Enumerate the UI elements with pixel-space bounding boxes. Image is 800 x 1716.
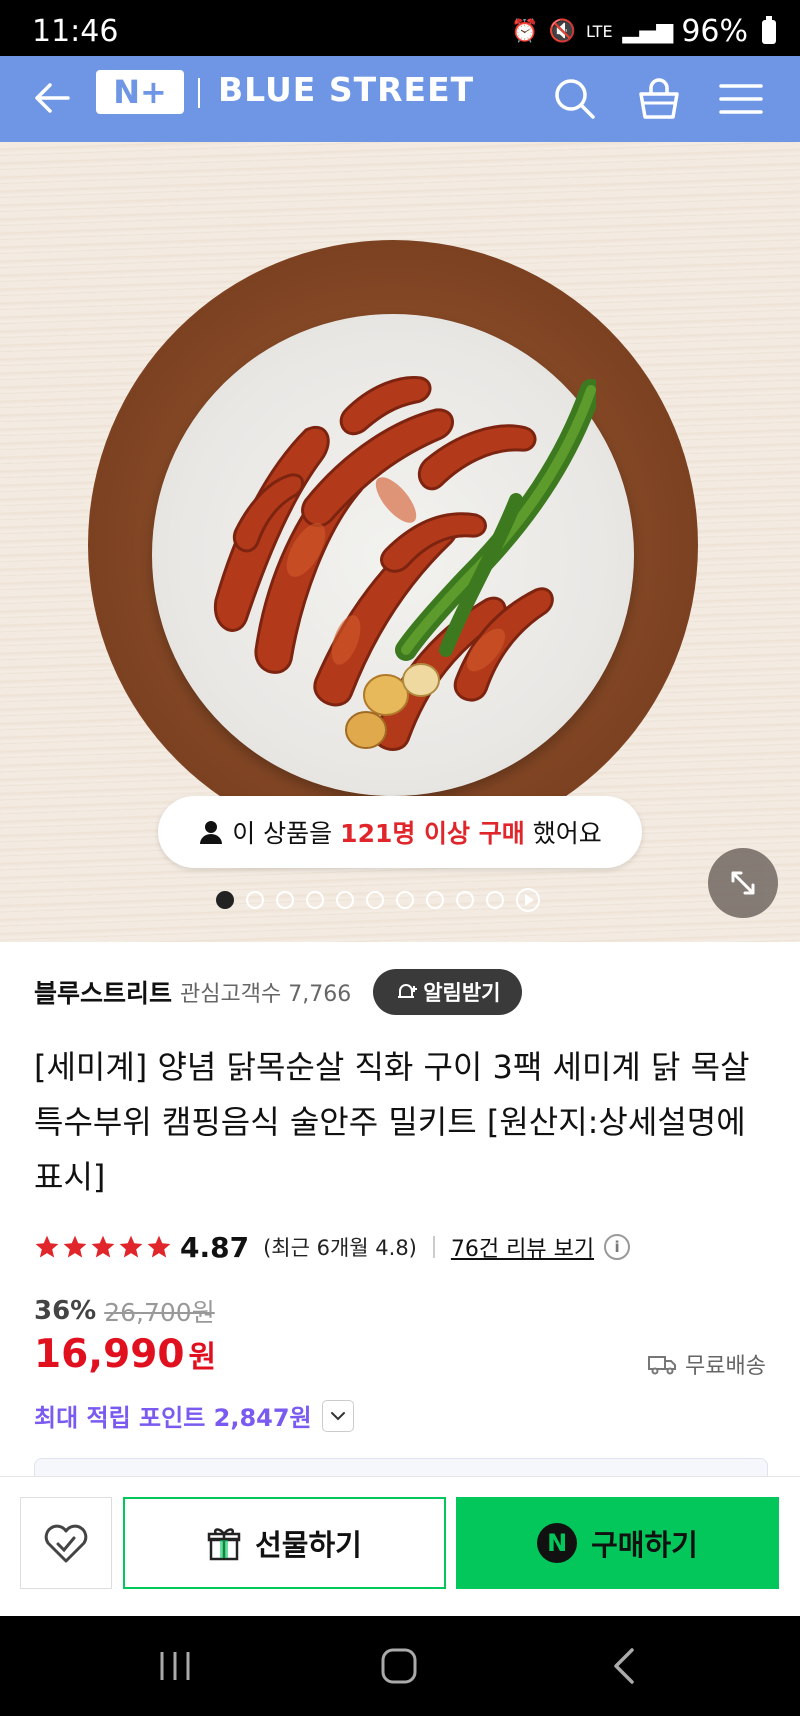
- notify-label: 알림받기: [423, 981, 501, 1005]
- shipping-label: 무료배송: [685, 1354, 766, 1379]
- carousel-indicators: [216, 888, 540, 912]
- status-time: 11:46: [32, 14, 119, 49]
- expand-image-button[interactable]: [708, 848, 778, 918]
- video-play-icon[interactable]: [516, 888, 540, 912]
- discount-row: 36% 26,700원: [34, 1293, 215, 1329]
- carousel-dot-4[interactable]: [306, 891, 324, 909]
- star-icon: [119, 1235, 143, 1258]
- carousel-dot-1[interactable]: [216, 891, 234, 909]
- points-row: 최대 적립 포인트 2,847원: [34, 1398, 354, 1433]
- carousel-dot-3[interactable]: [276, 891, 294, 909]
- back-arrow-icon[interactable]: [28, 74, 76, 122]
- brand-logo-mark[interactable]: N+: [96, 70, 184, 114]
- rating-stars: [34, 1234, 172, 1260]
- star-icon: [35, 1235, 59, 1258]
- rating-score: 4.87: [180, 1230, 250, 1264]
- chevron-down-icon: [330, 1411, 345, 1420]
- original-price: 26,700원: [104, 1298, 215, 1327]
- max-points: 최대 적립 포인트 2,847원: [34, 1404, 312, 1432]
- status-bar: 11:46 ⏰ 🔇 LTE ▂▄▆ 96%: [0, 0, 800, 56]
- buy-button[interactable]: N 구매하기: [456, 1497, 779, 1589]
- gift-label: 선물하기: [255, 1528, 362, 1562]
- naver-pay-badge: N: [537, 1523, 578, 1563]
- product-image-carousel[interactable]: 이 상품을 121명 이상 구매 했어요: [0, 142, 800, 942]
- rating-divider: [432, 1236, 435, 1258]
- buyers-highlight: 121명 이상 구매: [340, 819, 525, 848]
- search-icon[interactable]: [550, 74, 600, 124]
- delivery-truck-icon: [648, 1356, 677, 1375]
- rating-row: 4.87 (최근 6개월 4.8) 76건 리뷰 보기 i: [34, 1226, 631, 1268]
- home-icon[interactable]: [374, 1646, 424, 1686]
- app-header: N+ BLUE STREET: [0, 56, 800, 142]
- carousel-dot-2[interactable]: [246, 891, 264, 909]
- gift-button[interactable]: 선물하기: [123, 1497, 446, 1589]
- alarm-icon: ⏰: [511, 19, 539, 44]
- follower-count: 관심고객수 7,766: [180, 982, 352, 1007]
- gift-icon: [207, 1528, 241, 1561]
- grilled-chicken-image: [213, 375, 596, 751]
- seller-name[interactable]: 블루스트리트: [34, 974, 172, 1010]
- person-icon: [200, 821, 223, 844]
- battery-icon: [762, 15, 776, 44]
- brand-logo-text[interactable]: BLUE STREET: [218, 70, 474, 109]
- mute-icon: 🔇: [548, 19, 576, 44]
- carousel-dot-10[interactable]: [486, 891, 504, 909]
- buyers-suffix: 했어요: [532, 819, 602, 848]
- battery-level: 96%: [681, 14, 748, 49]
- star-icon: [91, 1235, 115, 1258]
- shopping-basket-icon[interactable]: [634, 74, 684, 124]
- rating-recent: (최근 6개월 4.8): [263, 1236, 417, 1260]
- buy-label: 구매하기: [591, 1528, 698, 1562]
- shipping-info: 무료배송: [647, 1348, 766, 1380]
- bottom-action-bar: 선물하기 N 구매하기: [0, 1476, 800, 1617]
- expand-arrows-icon: [731, 871, 755, 895]
- carousel-dot-8[interactable]: [426, 891, 444, 909]
- discount-rate: 36%: [34, 1296, 97, 1326]
- star-icon: [63, 1235, 87, 1258]
- wishlist-button[interactable]: [20, 1497, 112, 1589]
- purchase-count-badge: 이 상품을 121명 이상 구매 했어요: [158, 796, 642, 868]
- points-toggle[interactable]: [321, 1399, 354, 1432]
- buyers-prefix: 이 상품을: [232, 819, 333, 848]
- carousel-dot-5[interactable]: [336, 891, 354, 909]
- recent-apps-icon[interactable]: [150, 1646, 200, 1686]
- status-icons: ⏰ 🔇 LTE ▂▄▆: [511, 19, 673, 44]
- status-right: ⏰ 🔇 LTE ▂▄▆ 96%: [511, 14, 776, 49]
- sale-price: 16,990: [34, 1332, 185, 1377]
- price-row: 16,990 원: [34, 1332, 216, 1377]
- review-link[interactable]: 76건 리뷰 보기: [451, 1231, 594, 1263]
- carousel-dot-7[interactable]: [396, 891, 414, 909]
- menu-icon[interactable]: [716, 74, 766, 124]
- seller-row: 블루스트리트 관심고객수 7,766 알림받기: [34, 968, 523, 1016]
- logo-divider: [198, 78, 200, 108]
- network-label: LTE: [585, 22, 613, 41]
- carousel-dot-9[interactable]: [456, 891, 474, 909]
- carousel-dot-6[interactable]: [366, 891, 384, 909]
- product-title: [세미계] 양념 닭목순살 직화 구이 3팩 세미계 닭 목살 특수부위 캠핑음…: [34, 1048, 750, 1196]
- star-icon: [147, 1235, 171, 1258]
- back-nav-icon[interactable]: [600, 1646, 650, 1686]
- signal-icon: ▂▄▆: [622, 19, 674, 44]
- notify-button[interactable]: 알림받기: [373, 969, 523, 1015]
- heart-check-icon: [44, 1524, 88, 1563]
- system-nav-bar: [0, 1616, 800, 1716]
- bell-plus-icon: [398, 984, 418, 998]
- price-unit: 원: [188, 1340, 217, 1375]
- info-icon[interactable]: i: [604, 1234, 631, 1260]
